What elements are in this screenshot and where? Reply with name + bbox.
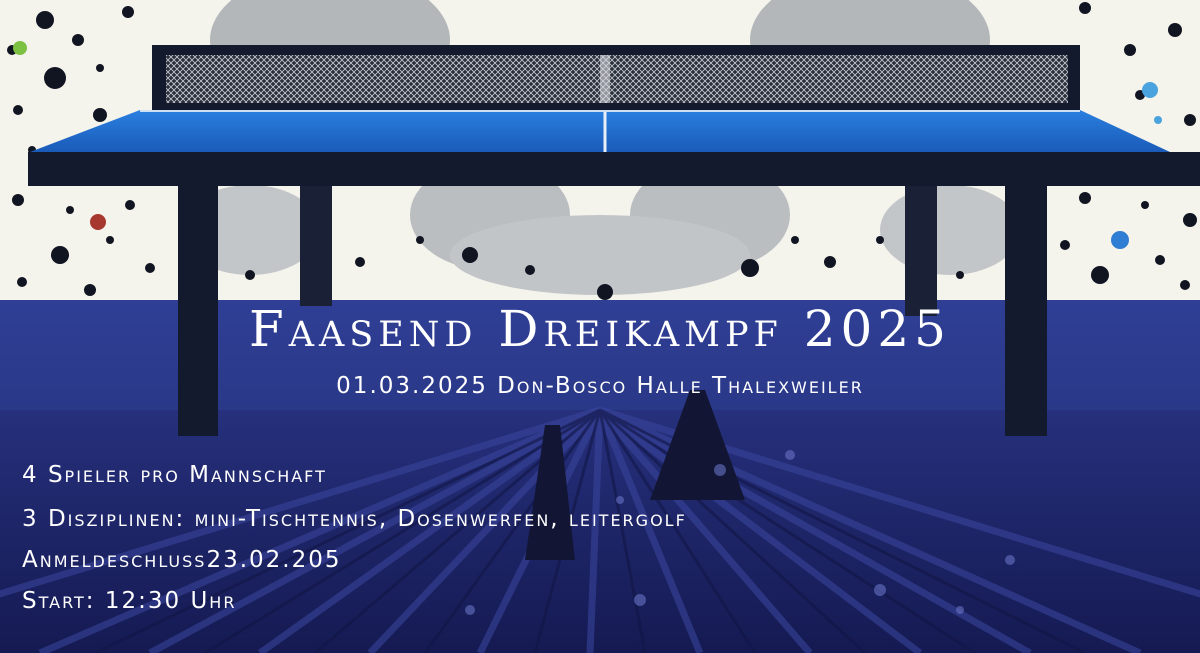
detail-registration-deadline: Anmeldeschluss23.02.205 — [22, 547, 342, 573]
poster-title: Faasend Dreikampf 2025 — [249, 300, 951, 358]
detail-start-time: Start: 12:30 Uhr — [22, 588, 237, 614]
poster-text: Faasend Dreikampf 2025 01.03.2025 Don-Bo… — [0, 0, 1200, 653]
detail-disciplines: 3 Disziplinen: mini-Tischtennis, Dosenwe… — [22, 506, 687, 532]
detail-team-size: 4 Spieler pro Mannschaft — [22, 462, 327, 488]
poster-subtitle: 01.03.2025 Don-Bosco Halle Thalexweiler — [336, 373, 864, 399]
